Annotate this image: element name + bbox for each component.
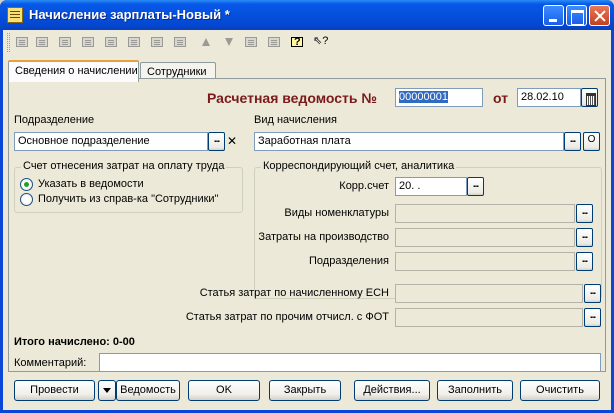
- accrual-type-label: Вид начисления: [254, 114, 337, 126]
- department-field[interactable]: Основное подразделение: [14, 132, 208, 151]
- mark-delete-icon[interactable]: [126, 34, 142, 50]
- actions-button[interactable]: Действия...: [354, 380, 430, 401]
- window-client-area: Сведения о начислении Сотрудники Расчетн…: [3, 30, 611, 410]
- document-icon: [7, 7, 23, 23]
- document-label: Расчетная ведомость №: [207, 90, 377, 106]
- department-select-button[interactable]: [208, 132, 225, 151]
- ok-button[interactable]: OK: [188, 380, 260, 401]
- esn-expense-item-label: Статья затрат по начисленному ЕСН: [199, 287, 389, 299]
- copy-row-icon[interactable]: [34, 34, 50, 50]
- radio-specify-in-statement[interactable]: [20, 178, 33, 191]
- sort-asc-icon[interactable]: [243, 34, 259, 50]
- clear-department-icon[interactable]: ✕: [227, 134, 237, 148]
- toolbar-grip[interactable]: [7, 33, 10, 52]
- esn-expense-item-field[interactable]: [395, 284, 583, 303]
- triangle-down-icon: [103, 387, 111, 393]
- context-help-icon[interactable]: [311, 34, 328, 50]
- radio-from-employees-label[interactable]: Получить из справ-ка "Сотрудники": [38, 193, 218, 205]
- production-costs-label: Затраты на производство: [258, 231, 389, 243]
- comment-field[interactable]: [99, 353, 601, 372]
- corr-account-title: Корреспондирующий счет, аналитика: [261, 160, 457, 172]
- calendar-button[interactable]: [581, 88, 598, 107]
- cost-account-title: Счет отнесения затрат на оплату труда: [21, 160, 227, 172]
- insert-icon[interactable]: [172, 34, 188, 50]
- statement-button[interactable]: Ведомость: [116, 380, 180, 401]
- department-label: Подразделение: [14, 114, 95, 126]
- edit-row-icon[interactable]: [57, 34, 73, 50]
- move-down-icon[interactable]: [220, 34, 236, 50]
- radio-specify-in-statement-label[interactable]: Указать в ведомости: [38, 178, 144, 190]
- tab-accrual-info[interactable]: Сведения о начислении: [8, 60, 139, 82]
- cost-account-group: Счет отнесения затрат на оплату труда: [14, 160, 243, 213]
- toolbar: [3, 30, 611, 56]
- esn-expense-item-select-button[interactable]: [584, 284, 601, 303]
- departments-label: Подразделения: [309, 255, 389, 267]
- edit-icon[interactable]: [149, 34, 165, 50]
- fot-expense-item-field[interactable]: [395, 308, 583, 327]
- corr-account-label: Корр.счет: [339, 180, 389, 192]
- accrual-type-open-button[interactable]: O: [583, 132, 600, 151]
- title-bar[interactable]: Начисление зарплаты-Новый *: [0, 0, 614, 30]
- nomenclature-types-label: Виды номенклатуры: [284, 207, 389, 219]
- total-accrued: Итого начислено: 0-00: [14, 336, 135, 348]
- help-icon[interactable]: [289, 34, 305, 50]
- nomenclature-types-field[interactable]: [395, 204, 575, 223]
- close-window-button[interactable]: [589, 5, 610, 26]
- production-costs-field[interactable]: [395, 228, 575, 247]
- end-edit-icon[interactable]: [103, 34, 119, 50]
- corr-account-field[interactable]: 20. .: [395, 177, 467, 196]
- window-title: Начисление зарплаты-Новый *: [29, 7, 230, 22]
- clear-button[interactable]: Очистить: [520, 380, 600, 401]
- comment-label: Комментарий:: [14, 357, 87, 369]
- departments-select-button[interactable]: [576, 252, 593, 271]
- accrual-type-select-button[interactable]: [564, 132, 581, 151]
- corr-account-select-button[interactable]: [467, 177, 484, 196]
- production-costs-select-button[interactable]: [576, 228, 593, 247]
- post-button[interactable]: Провести: [14, 380, 95, 401]
- close-button[interactable]: Закрыть: [269, 380, 341, 401]
- move-up-icon[interactable]: [197, 34, 213, 50]
- app-window: Начисление зарплаты-Новый * Сведения о н…: [0, 0, 614, 413]
- add-row-icon[interactable]: [14, 34, 30, 50]
- date-field[interactable]: 28.02.10: [517, 88, 581, 107]
- departments-field[interactable]: [395, 252, 575, 271]
- radio-from-employees[interactable]: [20, 193, 33, 206]
- date-label: от: [493, 90, 509, 106]
- fot-expense-item-label: Статья затрат по прочим отчисл. с ФОТ: [185, 311, 389, 323]
- nomenclature-types-select-button[interactable]: [576, 204, 593, 223]
- delete-row-icon[interactable]: [80, 34, 96, 50]
- statement-dropdown-button[interactable]: [98, 380, 116, 401]
- fot-expense-item-select-button[interactable]: [584, 308, 601, 327]
- maximize-button[interactable]: [566, 5, 587, 26]
- accrual-type-field[interactable]: Заработная плата: [254, 132, 564, 151]
- minimize-button[interactable]: [543, 5, 564, 26]
- fill-button[interactable]: Заполнить: [437, 380, 513, 401]
- document-number-field[interactable]: 00000001: [395, 88, 483, 107]
- sort-desc-icon[interactable]: [266, 34, 282, 50]
